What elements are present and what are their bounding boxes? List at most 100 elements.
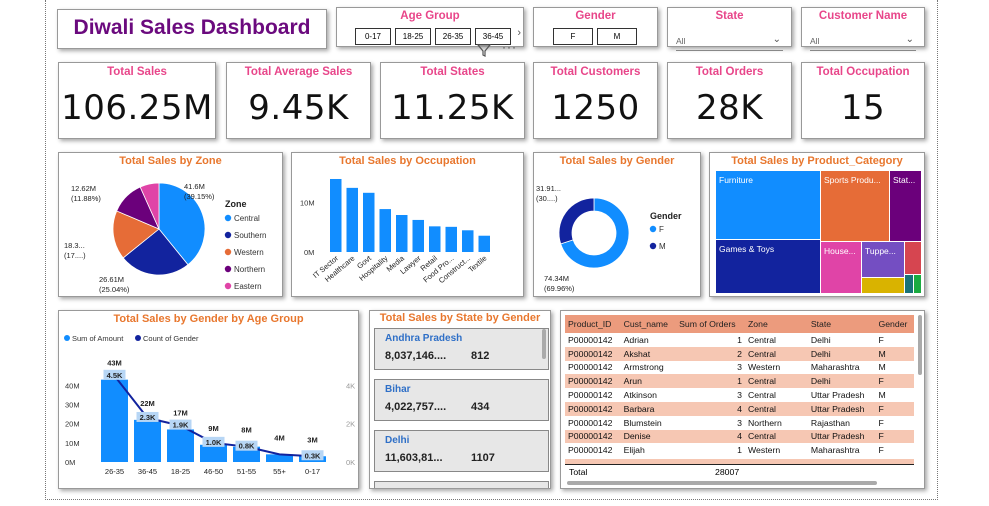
treemap-tile-furniture[interactable]: Furniture: [716, 171, 820, 239]
table-row[interactable]: P00000142 Akshat 2 Central Delhi M: [565, 346, 914, 361]
legend-marker: [224, 231, 232, 239]
y-tick-left: 0M: [65, 458, 75, 467]
table-row[interactable]: P00000142 Armstrong 3 Western Maharashtra M: [565, 361, 914, 375]
bar[interactable]: [462, 230, 474, 252]
chevron-right-icon[interactable]: ›: [517, 27, 521, 39]
state-dropdown[interactable]: All ⌄: [676, 34, 783, 51]
bar-amount[interactable]: [200, 444, 227, 462]
bar[interactable]: [346, 187, 359, 252]
table-row[interactable]: P00000142 Denise 4 Central Uttar Pradesh F: [565, 429, 914, 444]
column-header[interactable]: Sum of Orders: [676, 315, 745, 333]
state-cards-scrollbar[interactable]: [542, 329, 546, 359]
column-header[interactable]: Product_ID: [565, 315, 621, 333]
data-label: 74.34M (69.96%): [544, 274, 575, 293]
gender-donut-chart: Total Sales by Gender 74.34M (69.96%) 31.9…: [533, 152, 701, 297]
state-card-andhra-pradesh[interactable]: Andhra Pradesh 8,037,146.... 812: [374, 328, 549, 370]
bar[interactable]: [396, 215, 408, 252]
bar-amount[interactable]: [134, 419, 161, 462]
table-row[interactable]: P00000142 Elijah 1 Western Maharashtra F: [565, 443, 914, 457]
bar[interactable]: [379, 209, 392, 252]
donut-slice-m[interactable]: [558, 197, 595, 245]
legend-item[interactable]: F: [659, 225, 664, 234]
data-label-amount: 22M: [140, 399, 155, 408]
bar[interactable]: [330, 178, 342, 252]
occupation-bar-chart: Total Sales by Occupation 0M 10M IT Sector…: [291, 152, 524, 297]
x-tick: Textile: [466, 254, 488, 275]
data-label-amount: 3M: [307, 435, 317, 444]
gender-chip-f[interactable]: F: [553, 28, 593, 45]
age-chip-26-35[interactable]: 26-35: [435, 28, 471, 45]
treemap-tile-stationery[interactable]: Stat...: [890, 171, 921, 241]
chart-title: Total Sales by State by Gender: [379, 312, 541, 324]
table-cell: Uttar Pradesh: [788, 429, 876, 444]
legend-item[interactable]: Eastern: [234, 282, 262, 291]
customer-name-dropdown[interactable]: All ⌄: [810, 34, 916, 51]
legend-item[interactable]: Western: [234, 248, 264, 257]
kpi-title: Total Orders: [695, 66, 764, 78]
state-count: 434: [471, 401, 490, 413]
legend-item[interactable]: Sum of Amount: [72, 334, 124, 343]
more-options-icon[interactable]: ···: [502, 40, 517, 54]
state-count: 812: [471, 350, 490, 362]
state-card-bihar[interactable]: Bihar 4,022,757.... 434: [374, 379, 549, 421]
table-row[interactable]: P00000142 Barbara 4 Central Uttar Pradesh F: [565, 401, 914, 416]
legend-item[interactable]: Southern: [234, 231, 266, 240]
age-chip-18-25[interactable]: 18-25: [395, 28, 431, 45]
treemap-tile-tupperware[interactable]: Tuppe...: [862, 242, 904, 277]
table-horizontal-scrollbar[interactable]: [567, 481, 877, 485]
table-row[interactable]: P00000142 Adrian 1 Central Delhi F: [565, 333, 914, 347]
column-header[interactable]: Zone: [744, 315, 789, 333]
bar[interactable]: [429, 226, 441, 252]
table-cell: F: [875, 401, 914, 416]
treemap-tile-sports[interactable]: Sports Produ...: [821, 171, 889, 241]
treemap-tile-household[interactable]: House...: [821, 242, 861, 293]
legend-title: Zone: [225, 199, 247, 209]
bar[interactable]: [478, 235, 491, 252]
table-cell: Western: [747, 362, 781, 373]
table-total-row: Total 28007: [565, 464, 914, 479]
chart-title: Total Sales by Product_Category: [731, 155, 903, 167]
legend-marker: [135, 335, 141, 341]
table-cell: Central: [747, 334, 776, 345]
bar[interactable]: [445, 226, 458, 252]
table-cell: M: [878, 390, 886, 401]
table-row[interactable]: P00000142 Atkinson 3 Central Uttar Pradesh M: [565, 388, 914, 402]
treemap-tile-games[interactable]: Games & Toys: [716, 240, 820, 293]
total-value: 28007: [715, 467, 740, 477]
state-card-delhi[interactable]: Delhi 11,603,81... 1107: [374, 430, 549, 472]
filter-icon[interactable]: [476, 43, 492, 57]
treemap-tile-small-yellow[interactable]: [862, 278, 904, 293]
treemap-tile-small-green[interactable]: [905, 275, 913, 293]
table-row[interactable]: P00000142 Arun 1 Central Delhi F: [565, 374, 914, 389]
bar-amount[interactable]: [167, 429, 194, 462]
legend-item[interactable]: Central: [234, 214, 260, 223]
age-chip-0-17[interactable]: 0-17: [355, 28, 391, 45]
state-name: Delhi: [385, 435, 410, 446]
legend-item[interactable]: Northern: [234, 265, 265, 274]
table-cell: P00000142: [565, 374, 621, 389]
gender-chip-m[interactable]: M: [597, 28, 637, 45]
treemap-tile-small-teal[interactable]: [914, 275, 921, 293]
table-cell: Uttar Pradesh: [810, 390, 865, 401]
table-vertical-scrollbar[interactable]: [918, 315, 922, 375]
state-sales: 4,022,757....: [385, 401, 447, 413]
kpi-total-orders: Total Orders 28K: [667, 62, 792, 139]
legend-item[interactable]: M: [659, 242, 666, 251]
table-cell: Delhi: [788, 346, 876, 361]
column-header[interactable]: Gender: [875, 315, 914, 333]
y-tick: 0M: [304, 248, 314, 257]
bar[interactable]: [363, 192, 375, 252]
column-header[interactable]: State: [788, 315, 876, 333]
table-cell: Central: [747, 390, 776, 401]
table-row[interactable]: P00000142 Blumstein 3 Northern Rajasthan F: [565, 416, 914, 430]
y-tick-right: 2K: [346, 420, 355, 429]
table-cell: F: [875, 374, 914, 389]
column-header[interactable]: Cust_name: [620, 315, 677, 333]
bar[interactable]: [412, 219, 425, 252]
chevron-down-icon: ⌄: [772, 34, 781, 45]
kpi-title: Total Sales: [107, 66, 167, 78]
treemap-tile-small-red[interactable]: [905, 242, 921, 274]
bar-amount[interactable]: [101, 379, 128, 462]
legend-item[interactable]: Count of Gender: [143, 334, 199, 343]
legend-marker: [224, 248, 232, 256]
